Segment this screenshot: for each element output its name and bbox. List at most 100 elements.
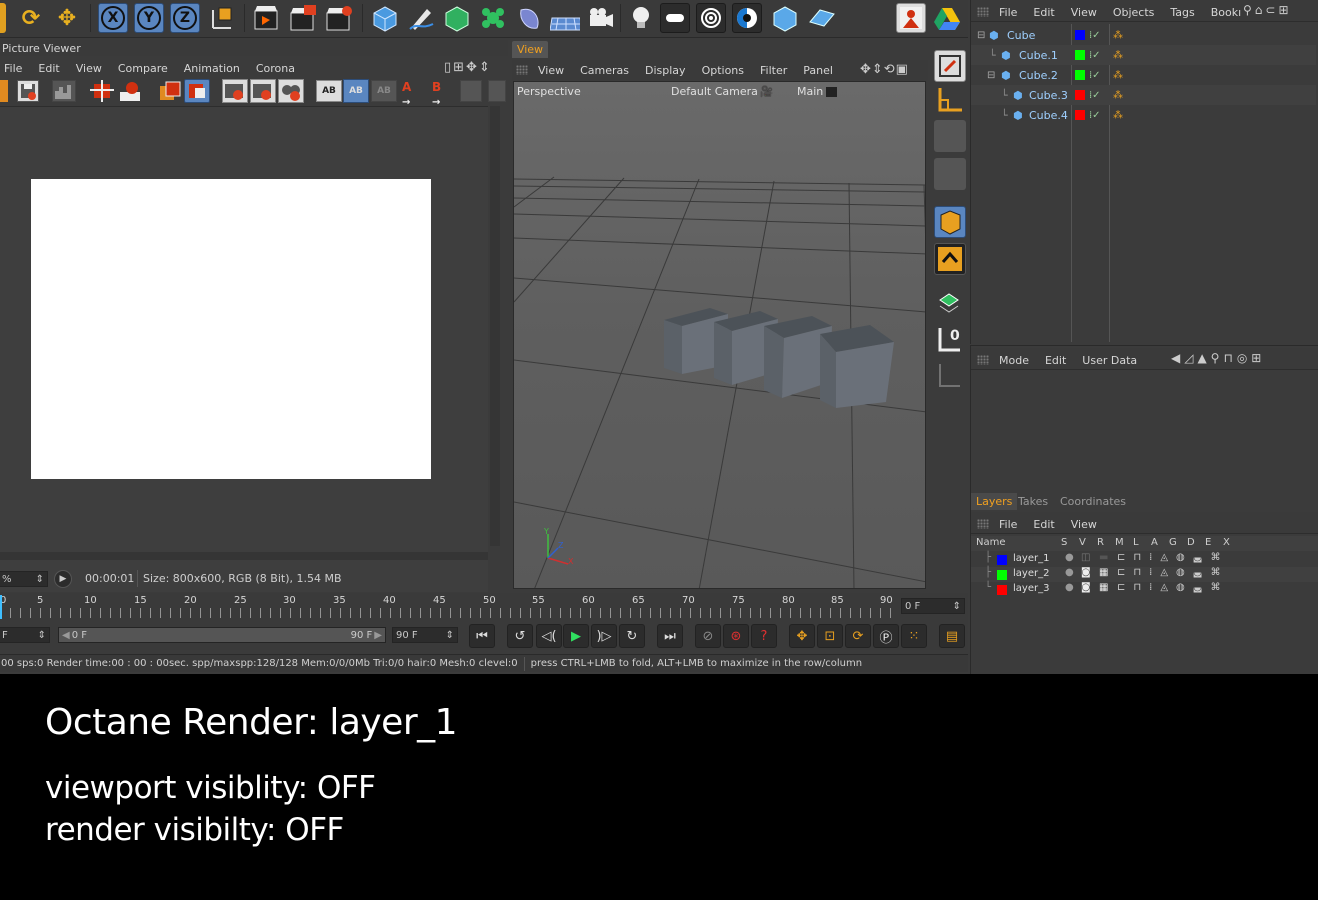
grip-icon[interactable]	[977, 7, 989, 17]
key-rotation-icon[interactable]: ⟳	[845, 624, 871, 648]
layer-color-swatch[interactable]	[997, 555, 1007, 565]
timeline-ruler[interactable]: 0 5 10 15 20 25 30 35 40 45 50 55 60 65 …	[0, 593, 968, 623]
visibility-check-icon[interactable]: ⁞✓	[1089, 70, 1101, 81]
zoom-icon[interactable]	[118, 80, 144, 102]
x-axis-lock-icon[interactable]: X	[98, 3, 128, 33]
set-b-icon[interactable]: B →	[432, 80, 456, 108]
ab-split-icon[interactable]: AB	[343, 79, 369, 103]
om-menu-view[interactable]: View	[1063, 6, 1105, 19]
octane-tag-icon[interactable]: ⁂	[1113, 110, 1123, 121]
workplane-icon[interactable]	[934, 158, 966, 190]
cube-primitive-icon[interactable]	[370, 3, 400, 33]
panel-layout-icons[interactable]: ▯⊞✥⇕	[444, 60, 492, 75]
column-l[interactable]: L	[1133, 537, 1139, 548]
key-position-icon[interactable]: ✥	[789, 624, 815, 648]
key-parameter-icon[interactable]: Ⓟ	[873, 624, 899, 648]
layer-color-swatch[interactable]	[997, 585, 1007, 595]
am-menu-mode[interactable]: Mode	[991, 354, 1037, 367]
menu-edit[interactable]: Edit	[30, 62, 67, 75]
column-g[interactable]: G	[1169, 537, 1177, 548]
visibility-check-icon[interactable]: ⁞✓	[1089, 50, 1101, 61]
keyframe-selection-icon[interactable]: ?	[751, 624, 777, 648]
viewport-menu-view[interactable]: View	[530, 64, 572, 77]
viewport-eye-off-icon[interactable]: ◫	[1081, 552, 1090, 563]
pen-spline-icon[interactable]	[406, 3, 436, 33]
menu-compare[interactable]: Compare	[110, 62, 176, 75]
move-icon[interactable]: ✥	[52, 3, 82, 33]
floor-scene-icon[interactable]	[550, 3, 580, 33]
z-axis-lock-icon[interactable]: Z	[170, 3, 200, 33]
camera-label[interactable]: Default Camera 🎥	[671, 85, 774, 98]
menu-file[interactable]: File	[0, 62, 30, 75]
play-sequence-icon[interactable]: ▶	[54, 570, 72, 588]
previous-key-icon[interactable]: ↺	[507, 624, 533, 648]
edges-mode-icon[interactable]	[934, 243, 966, 275]
am-menu-user-data[interactable]: User Data	[1074, 354, 1145, 367]
layer-flag-icons[interactable]: ⊏⊓⁞◬◍◛⌘	[1117, 582, 1228, 593]
layer-name[interactable]: layer_2	[1013, 568, 1049, 579]
target-light-icon[interactable]	[696, 3, 726, 33]
points-mode-icon[interactable]	[934, 206, 966, 238]
column-m[interactable]: M	[1115, 537, 1124, 548]
camera-icon[interactable]	[586, 3, 616, 33]
object-row[interactable]: └ ⬢ Cube.1 ⁞✓ ⁂	[971, 45, 1316, 65]
frame-range-slider[interactable]: ◀ 0 F 90 F ▶	[58, 627, 386, 643]
tab-view[interactable]: View	[512, 41, 548, 58]
lm-menu-view[interactable]: View	[1063, 518, 1105, 531]
lm-menu-edit[interactable]: Edit	[1025, 518, 1062, 531]
timeline-window-icon[interactable]: ▤	[939, 624, 965, 648]
layer-row[interactable]: ├ layer_1 ● ◫ ▬ ⊏⊓⁞◬◍◛⌘	[971, 552, 1318, 567]
fold-icon[interactable]: ⊟	[977, 30, 985, 41]
render-picture-viewer-icon[interactable]	[288, 3, 318, 33]
column-name[interactable]: Name	[976, 537, 1006, 548]
set-a-icon[interactable]: A →	[402, 80, 426, 108]
am-menu-edit[interactable]: Edit	[1037, 354, 1074, 367]
model-mode-icon[interactable]	[934, 84, 966, 116]
ab-swap-icon[interactable]: AB	[316, 80, 342, 102]
tab-takes[interactable]: Takes	[1013, 493, 1053, 510]
axis-mode-icon[interactable]: 0	[934, 324, 966, 356]
end-frame-field[interactable]: 90 F ⇕	[392, 627, 458, 643]
render-clapper-icon[interactable]: ▦	[1099, 582, 1108, 593]
octane-object-icon[interactable]	[770, 3, 800, 33]
coordinate-system-icon[interactable]	[206, 3, 236, 33]
ab-mode-icon[interactable]	[460, 80, 482, 102]
menu-view[interactable]: View	[68, 62, 110, 75]
layer-color-swatch[interactable]	[1075, 90, 1085, 100]
octane-plane-icon[interactable]	[806, 3, 836, 33]
light-icon[interactable]	[626, 3, 656, 33]
cloner-icon[interactable]	[478, 3, 508, 33]
viewport-3d[interactable]: Perspective Default Camera 🎥 Main Y X Z	[513, 81, 926, 589]
open-icon[interactable]	[0, 80, 8, 102]
layer-row[interactable]: └ layer_3 ● ◙ ▦ ⊏⊓⁞◬◍◛⌘	[971, 582, 1318, 597]
solo-dot-icon[interactable]: ●	[1065, 567, 1074, 578]
zoom-field[interactable]: % ⇕	[0, 571, 48, 587]
playhead[interactable]	[0, 595, 2, 619]
go-to-start-icon[interactable]: ⏮	[469, 624, 495, 648]
live-selection-icon[interactable]	[0, 3, 6, 33]
grip-icon[interactable]	[516, 65, 528, 75]
vertical-scrollbar[interactable]	[490, 106, 500, 546]
take-label[interactable]: Main	[797, 85, 838, 98]
column-x[interactable]: X	[1223, 537, 1230, 548]
auto-keying-icon[interactable]: ⊛	[723, 624, 749, 648]
visibility-check-icon[interactable]: ⁞✓	[1089, 110, 1101, 121]
viewport-menu-panel[interactable]: Panel	[795, 64, 841, 77]
ab-compare-icon[interactable]	[184, 79, 210, 103]
deformer-icon[interactable]	[514, 3, 544, 33]
viewport-navigation-icons[interactable]: ✥⇕⟲▣	[860, 62, 909, 77]
octane-tag-icon[interactable]: ⁂	[1113, 90, 1123, 101]
layer-name[interactable]: layer_3	[1013, 583, 1049, 594]
octane-material-icon[interactable]	[732, 3, 762, 33]
object-name[interactable]: Cube.2	[1019, 69, 1058, 82]
render-clapper-icon[interactable]: ▦	[1099, 567, 1108, 578]
layer-color-swatch[interactable]	[1075, 30, 1085, 40]
object-name[interactable]: Cube.4	[1029, 109, 1068, 122]
projection-label[interactable]: Perspective	[517, 85, 581, 98]
column-d[interactable]: D	[1187, 537, 1195, 548]
viewport-menu-cameras[interactable]: Cameras	[572, 64, 637, 77]
previous-frame-icon[interactable]: ◁(	[536, 624, 562, 648]
horizontal-scrollbar[interactable]	[0, 552, 488, 560]
viewport-menu-filter[interactable]: Filter	[752, 64, 795, 77]
ab-difference-icon[interactable]: AB	[371, 80, 397, 102]
